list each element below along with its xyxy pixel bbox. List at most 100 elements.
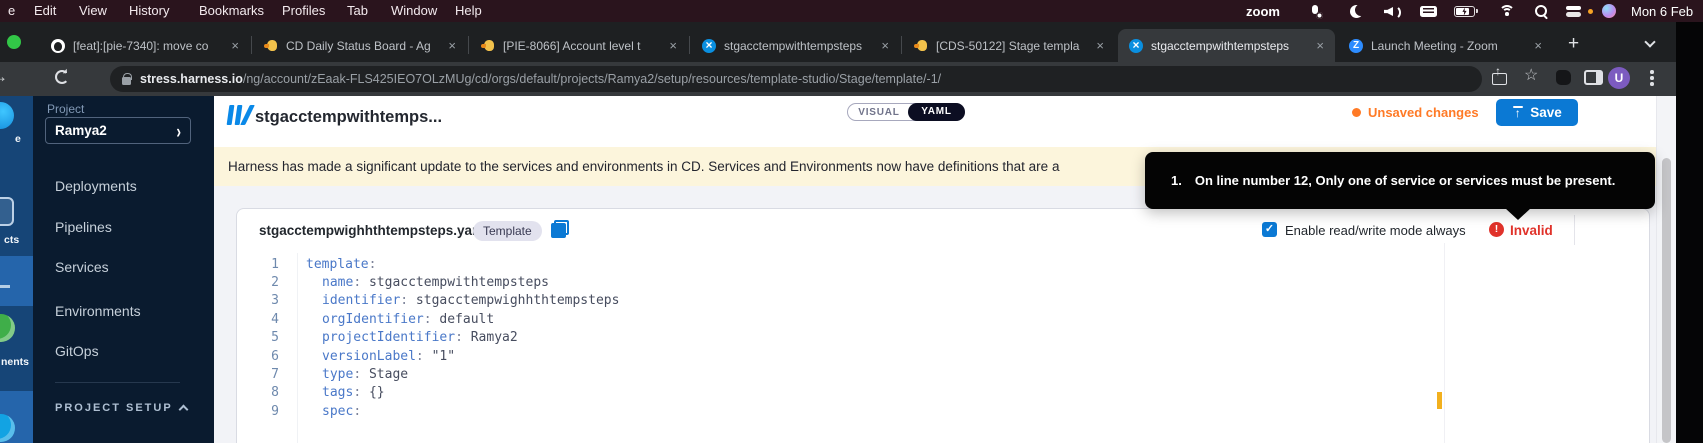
- harness-favicon: [1129, 39, 1143, 53]
- browser-menu-icon[interactable]: [1650, 70, 1654, 88]
- address-bar[interactable]: stress.harness.io/ng/account/zEaak-FLS42…: [110, 66, 1482, 92]
- tab-close-icon[interactable]: ×: [1532, 38, 1544, 53]
- menu-item-tab[interactable]: Tab: [347, 3, 368, 18]
- control-center-icon[interactable]: [1566, 0, 1582, 22]
- readwrite-checkbox[interactable]: ✓: [1262, 222, 1277, 237]
- tab-title: CD Daily Status Board - Ag: [286, 39, 438, 53]
- profile-avatar[interactable]: U: [1608, 67, 1630, 89]
- tab-close-icon[interactable]: ×: [879, 38, 891, 53]
- new-tab-button[interactable]: +: [1568, 33, 1579, 55]
- lock-icon[interactable]: [122, 77, 131, 85]
- reload-icon[interactable]: [55, 70, 69, 84]
- project-label: Project: [47, 102, 84, 116]
- duck-favicon: [264, 39, 278, 53]
- toggle-visual[interactable]: VISUAL: [848, 104, 910, 120]
- code-line-9: 9spec:: [237, 402, 1437, 420]
- rail-label[interactable]: cts: [4, 234, 19, 246]
- mic-status-icon[interactable]: [1310, 0, 1320, 22]
- yaml-code-area[interactable]: 1template:2name: stgacctempwithtempsteps…: [237, 255, 1437, 421]
- menu-item-window[interactable]: Window: [391, 3, 437, 18]
- keyboard-icon[interactable]: [1420, 0, 1437, 22]
- readwrite-checkbox-label[interactable]: Enable read/write mode always: [1285, 223, 1466, 238]
- tab-close-icon[interactable]: ×: [667, 38, 679, 53]
- forward-arrow-icon[interactable]: →: [0, 67, 8, 87]
- tab-divider: [251, 36, 252, 54]
- rail-selected-block[interactable]: [0, 256, 33, 306]
- focus-moon-icon[interactable]: [1350, 0, 1363, 22]
- duck-favicon: [481, 39, 495, 53]
- unsaved-dot-icon: [1352, 108, 1361, 117]
- tab-close-icon[interactable]: ×: [446, 38, 458, 53]
- window-fullscreen-button[interactable]: [7, 35, 21, 49]
- warning-scroll-marker: [1437, 392, 1442, 409]
- sidebar-item-services[interactable]: Services: [55, 259, 109, 275]
- yaml-editor-panel: stgacctempwighhthtempsteps.yaml Template…: [236, 208, 1650, 443]
- project-sidebar: Project Ramya2 › Deployments Pipelines Ser…: [33, 96, 214, 443]
- page-title: stgacctempwithtemps...: [255, 108, 442, 127]
- rail-label[interactable]: nents: [1, 356, 29, 368]
- browser-tab-1[interactable]: [feat]:[pie-7340]: move co×: [40, 29, 250, 62]
- copy-icon[interactable]: [551, 220, 569, 238]
- project-selector[interactable]: Ramya2 ›: [45, 117, 191, 144]
- browser-tab-3[interactable]: [PIE-8066] Account level t ×: [470, 29, 688, 62]
- error-text: On line number 12, Only one of service o…: [1195, 173, 1615, 188]
- page-scrollbar-thumb[interactable]: [1662, 158, 1671, 443]
- home-module-icon[interactable]: [0, 102, 14, 129]
- sidebar-item-gitops[interactable]: GitOps: [55, 343, 99, 359]
- projects-module-icon[interactable]: [0, 197, 14, 226]
- sidebar-section-project-setup[interactable]: PROJECT SETUP: [55, 402, 173, 414]
- menu-item-view[interactable]: View: [79, 3, 107, 18]
- extension-icon[interactable]: [1556, 70, 1571, 85]
- share-icon[interactable]: [1492, 68, 1506, 85]
- tab-close-icon[interactable]: ×: [1314, 38, 1326, 53]
- tab-title: stgacctempwithtempsteps: [724, 39, 871, 53]
- banner-text: Harness has made a significant update to…: [228, 159, 1059, 174]
- menu-item-help[interactable]: Help: [455, 3, 482, 18]
- siri-icon[interactable]: [1602, 0, 1616, 22]
- menu-clock[interactable]: Mon 6 Feb: [1631, 0, 1693, 22]
- battery-icon[interactable]: [1454, 0, 1475, 22]
- line-number: 4: [237, 312, 279, 327]
- bookmark-star-icon[interactable]: ☆: [1524, 67, 1538, 85]
- sidebar-item-deployments[interactable]: Deployments: [55, 178, 137, 194]
- wifi-icon[interactable]: [1499, 0, 1515, 22]
- menu-app-name[interactable]: zoom: [1246, 0, 1280, 22]
- browser-tab-4[interactable]: stgacctempwithtempsteps ×: [691, 29, 900, 62]
- duck-favicon: [914, 39, 928, 53]
- sidebar-item-pipelines[interactable]: Pipelines: [55, 219, 112, 235]
- browser-tab-5[interactable]: [CDS-50122] Stage templa×: [903, 29, 1115, 62]
- error-exclamation-icon: !: [1489, 222, 1504, 237]
- tab-title: Launch Meeting - Zoom: [1371, 39, 1524, 53]
- browser-tab-2[interactable]: CD Daily Status Board - Ag ×: [253, 29, 467, 62]
- menu-item-history[interactable]: History: [129, 3, 169, 18]
- zoom-favicon: [1349, 39, 1363, 53]
- chevron-up-icon[interactable]: [179, 405, 189, 415]
- toggle-yaml[interactable]: YAML: [908, 103, 965, 121]
- harness-template-icon: [227, 105, 253, 125]
- menu-item-edit[interactable]: Edit: [34, 3, 56, 18]
- volume-icon[interactable]: [1384, 0, 1401, 22]
- line-number: 1: [237, 257, 279, 272]
- invalid-status-badge[interactable]: Invalid: [1510, 223, 1553, 238]
- url-text[interactable]: stress.harness.io/ng/account/zEaak-FLS42…: [140, 72, 941, 86]
- spotlight-search-icon[interactable]: [1535, 0, 1548, 22]
- save-button[interactable]: ↑ Save: [1496, 99, 1578, 126]
- header-divider: [1574, 215, 1575, 245]
- menu-item-e[interactable]: e: [8, 3, 15, 18]
- template-badge: Template: [473, 221, 542, 241]
- tab-search-chevron-icon[interactable]: [1644, 36, 1655, 47]
- menu-item-profiles[interactable]: Profiles: [282, 3, 325, 18]
- deployments-module-icon[interactable]: [0, 314, 15, 342]
- sidebar-item-environments[interactable]: Environments: [55, 303, 141, 319]
- menu-item-bookmarks[interactable]: Bookmarks: [199, 3, 264, 18]
- browser-tab-7[interactable]: Launch Meeting - Zoom ×: [1338, 29, 1553, 62]
- browser-tab-6[interactable]: stgacctempwithtempsteps×: [1118, 29, 1335, 62]
- tab-close-icon[interactable]: ×: [229, 38, 241, 53]
- tab-close-icon[interactable]: ×: [1094, 38, 1106, 53]
- rail-label[interactable]: e: [15, 133, 21, 145]
- module-nav-rail: e cts nents: [0, 96, 33, 443]
- upload-arrow-icon: ↑: [1512, 106, 1523, 119]
- visual-yaml-toggle[interactable]: VISUAL YAML: [847, 103, 965, 121]
- tab-title: [PIE-8066] Account level t: [503, 39, 659, 53]
- side-panel-icon[interactable]: [1584, 70, 1603, 85]
